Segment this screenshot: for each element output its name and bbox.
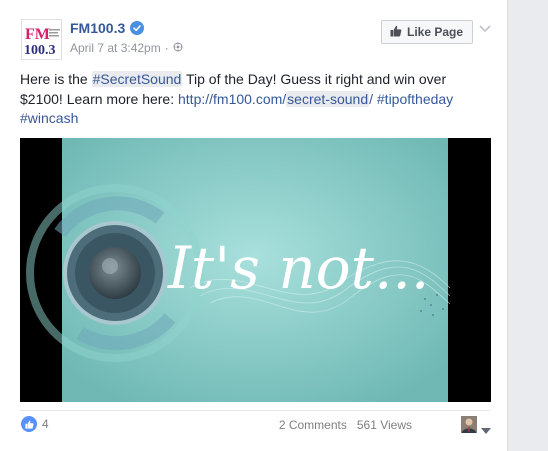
like-page-button[interactable]: Like Page [381, 20, 474, 44]
hashtag-wincash-link[interactable]: #wincash [20, 110, 78, 126]
viewer-avatar[interactable] [461, 416, 477, 433]
verified-badge-icon [130, 21, 145, 35]
thumbs-up-icon [390, 25, 402, 40]
video-overlay-text: It's not... [167, 234, 429, 302]
url-link-prefix[interactable]: http://fm100.com/ [178, 91, 286, 107]
fm100-logo: FM 100.3 [22, 20, 61, 59]
public-globe-icon[interactable] [173, 41, 183, 55]
hashtag-tipoftheday-link[interactable]: #tipoftheday [377, 91, 453, 107]
actor-selector-chevron-icon[interactable] [481, 421, 491, 439]
views-count: 561 Views [356, 418, 412, 432]
footer-divider [20, 410, 490, 411]
video-frame: It's not... [20, 138, 491, 402]
post-stats: 2 Comments 561 Views [279, 418, 412, 432]
page-name-link[interactable]: FM100.3 [70, 20, 145, 36]
like-reaction-icon [21, 416, 37, 432]
page-name-text[interactable]: FM100.3 [70, 20, 125, 36]
post-timestamp[interactable]: April 7 at 3:42pm [70, 41, 161, 55]
video-player[interactable]: It's not... [20, 138, 491, 402]
url-link-secret-sound[interactable]: secret-sound [286, 90, 370, 107]
like-count[interactable]: 4 [42, 417, 49, 431]
hashtag-secretsound-link[interactable]: #SecretSound [91, 71, 183, 87]
post-meta: April 7 at 3:42pm · [70, 41, 183, 55]
post-text: Here is the #SecretSound Tip of the Day!… [20, 70, 490, 129]
post-card: FM 100.3 FM100.3 April 7 at 3:42pm · Lik… [0, 0, 508, 451]
meta-separator: · [164, 41, 169, 55]
comments-count-link[interactable]: 2 Comments [279, 418, 347, 432]
logo-number-text: 100.3 [24, 43, 56, 58]
page-avatar[interactable]: FM 100.3 [21, 19, 62, 60]
like-page-label: Like Page [407, 25, 464, 39]
logo-fm-text: FM [25, 26, 50, 43]
post-text-part-1: Here is the [20, 71, 92, 87]
reactions-summary[interactable]: 4 [21, 416, 49, 432]
post-options-chevron-icon[interactable] [478, 21, 492, 39]
